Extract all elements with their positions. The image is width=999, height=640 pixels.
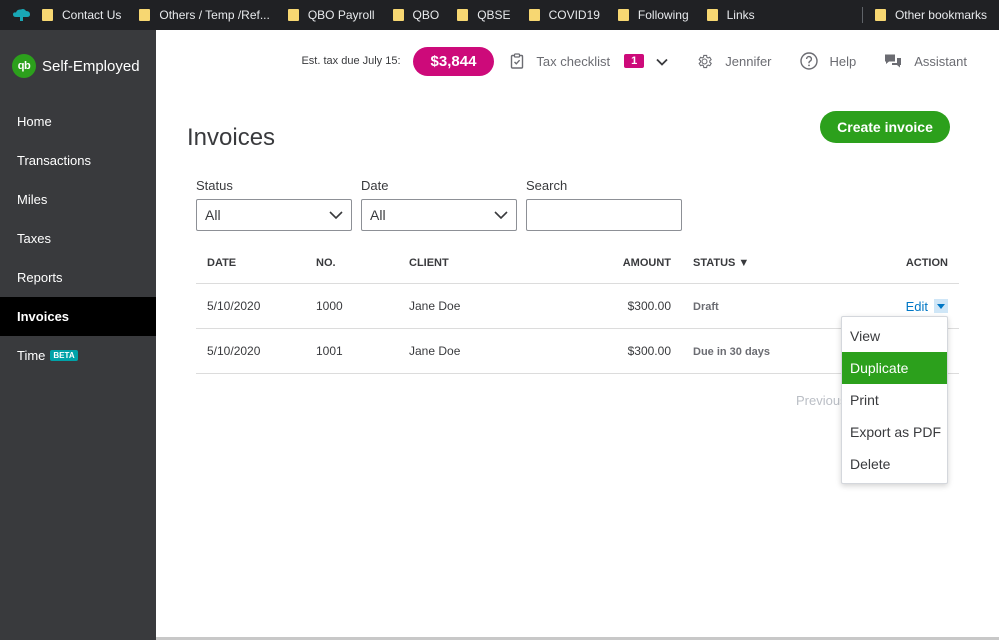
date-filter: Date All (361, 178, 517, 231)
menu-item-delete[interactable]: Delete (842, 448, 947, 480)
cell-status: Draft (671, 299, 821, 313)
menu-item-export-pdf[interactable]: Export as PDF (842, 416, 947, 448)
chevron-down-icon[interactable] (656, 54, 668, 69)
tax-checklist[interactable]: Tax checklist 1 (510, 53, 668, 69)
cell-amount: $300.00 (627, 344, 671, 358)
tax-checklist-label: Tax checklist (536, 53, 611, 69)
sidebar-item-miles[interactable]: Miles (0, 180, 156, 219)
menu-item-print[interactable]: Print (842, 384, 947, 416)
clipboard-icon (510, 53, 524, 69)
brand[interactable]: qb Self-Employed (0, 30, 156, 102)
column-header-client[interactable]: CLIENT (409, 257, 549, 269)
help-button[interactable]: Help (799, 52, 857, 70)
beta-badge: BETA (50, 350, 78, 361)
quickbooks-logo-icon: qb (12, 54, 36, 78)
folder-icon (528, 9, 540, 21)
chat-bubbles-icon (884, 53, 902, 69)
previous-page-link[interactable]: Previous (796, 393, 847, 408)
bookmark-qbo-payroll[interactable]: QBO Payroll (287, 8, 375, 22)
cell-amount: $300.00 (627, 299, 671, 313)
edit-link[interactable]: Edit (906, 299, 928, 314)
user-name: Jennifer (725, 53, 772, 69)
folder-icon (874, 9, 886, 21)
sidebar-item-transactions[interactable]: Transactions (0, 141, 156, 180)
folder-icon (287, 9, 299, 21)
sidebar-item-invoices[interactable]: Invoices (0, 297, 156, 336)
status-select-value: All (205, 207, 221, 223)
folder-icon (139, 9, 151, 21)
column-header-status[interactable]: STATUS ▼ (671, 257, 821, 269)
bookmarks-bar: Contact Us Others / Temp /Ref... QBO Pay… (0, 0, 999, 30)
cell-client: Jane Doe (409, 299, 461, 313)
column-header-date[interactable]: DATE (196, 257, 316, 269)
create-invoice-button[interactable]: Create invoice (820, 111, 950, 143)
bookmark-covid19[interactable]: COVID19 (528, 8, 600, 22)
assistant-label: Assistant (914, 53, 967, 69)
sidebar-item-home[interactable]: Home (0, 102, 156, 141)
bookmark-links[interactable]: Links (706, 8, 755, 22)
help-label: Help (829, 53, 857, 69)
action-dropdown-menu: View Duplicate Print Export as PDF Delet… (841, 316, 948, 484)
status-text: Draft (693, 301, 719, 313)
cell-date: 5/10/2020 (207, 344, 261, 358)
caret-down-icon[interactable] (934, 299, 948, 313)
apps-icon[interactable] (12, 8, 32, 22)
help-icon (799, 52, 818, 70)
date-filter-label: Date (361, 178, 389, 193)
sidebar-item-time[interactable]: Time BETA (0, 336, 156, 375)
folder-icon (42, 9, 53, 21)
bookmark-others[interactable]: Others / Temp /Ref... (139, 8, 270, 22)
column-header-amount[interactable]: AMOUNT (549, 257, 671, 269)
search-filter: Search (526, 178, 682, 231)
cell-number: 1000 (316, 299, 343, 313)
cell-number: 1001 (316, 344, 343, 358)
folder-icon (706, 9, 718, 21)
date-select-value: All (370, 207, 386, 223)
status-text: Due in 30 days (693, 346, 771, 358)
bookmark-contact-us[interactable]: Contact Us (42, 8, 121, 22)
folder-icon (392, 9, 404, 21)
bookmarks-list: Contact Us Others / Temp /Ref... QBO Pay… (0, 8, 862, 22)
sidebar: qb Self-Employed Home Transactions Miles… (0, 30, 156, 640)
table-header: DATE NO. CLIENT AMOUNT STATUS ▼ ACTION (196, 242, 959, 284)
status-select[interactable]: All (196, 199, 352, 231)
bookmark-qbse[interactable]: QBSE (457, 8, 511, 22)
gear-icon (696, 53, 713, 70)
chevron-down-icon (329, 211, 343, 219)
status-filter-label: Status (196, 178, 233, 193)
column-header-action: ACTION (905, 256, 948, 269)
page-title: Invoices (187, 124, 276, 151)
tax-due-amount[interactable]: $3,844 (412, 46, 495, 76)
chevron-down-icon (494, 211, 508, 219)
column-header-no[interactable]: NO. (316, 257, 409, 269)
cell-action: Edit (821, 299, 959, 314)
search-label: Search (526, 178, 568, 193)
sidebar-item-taxes[interactable]: Taxes (0, 219, 156, 258)
tax-due-label: Est. tax due July 15: (301, 55, 401, 67)
cell-status: Due in 30 days (671, 344, 821, 358)
sidebar-nav: Home Transactions Miles Taxes Reports In… (0, 102, 156, 375)
other-bookmarks[interactable]: Other bookmarks (874, 8, 987, 22)
bookmark-following[interactable]: Following (617, 8, 689, 22)
other-bookmarks-area: Other bookmarks (861, 7, 987, 23)
cell-client: Jane Doe (409, 344, 461, 358)
search-input[interactable] (526, 199, 682, 231)
menu-item-view[interactable]: View (842, 320, 947, 352)
status-filter: Status All (196, 178, 352, 231)
folder-icon (617, 9, 629, 21)
brand-name: Self-Employed (42, 57, 140, 75)
assistant-button[interactable]: Assistant (884, 53, 967, 69)
checklist-count-badge: 1 (624, 54, 645, 68)
menu-item-duplicate[interactable]: Duplicate (842, 352, 947, 384)
date-select[interactable]: All (361, 199, 517, 231)
bookmark-separator (861, 7, 863, 23)
sidebar-item-reports[interactable]: Reports (0, 258, 156, 297)
top-header: Est. tax due July 15: $3,844 Tax checkli… (156, 30, 999, 92)
user-menu[interactable]: Jennifer (696, 53, 772, 70)
bookmark-qbo[interactable]: QBO (392, 8, 439, 22)
cell-date: 5/10/2020 (207, 299, 261, 313)
folder-icon (457, 9, 469, 21)
